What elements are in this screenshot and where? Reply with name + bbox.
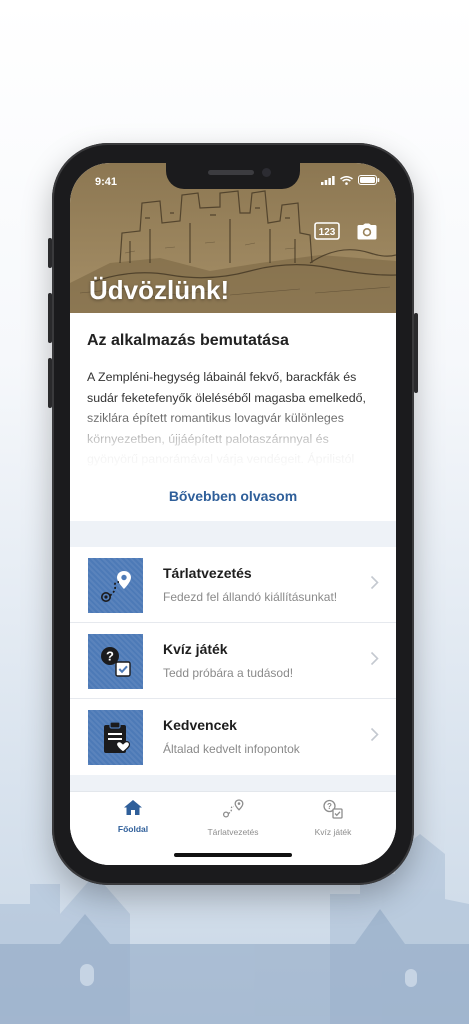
tab-fooldal[interactable]: Főoldal — [83, 799, 183, 834]
menu-item-kedvencek[interactable]: Kedvencek Általad kedvelt infopontok — [70, 699, 396, 775]
phone-frame: 9:41 123 Üdvözlünk! Az alkalmazás bemuta… — [48, 143, 418, 885]
intro-section: Az alkalmazás bemutatása A Zempléni-hegy… — [70, 313, 396, 521]
main-menu: Tárlatvezetés Fedezd fel állandó kiállít… — [70, 547, 396, 775]
route-map-icon — [100, 570, 131, 602]
menu-item-title: Tárlatvezetés — [163, 565, 252, 581]
status-time: 9:41 — [95, 176, 118, 188]
tab-kviz-jatek[interactable]: ? Kvíz játék — [283, 799, 383, 837]
menu-item-subtitle: Fedezd fel állandó kiállításunkat! — [163, 590, 338, 604]
intro-title: Az alkalmazás bemutatása — [87, 332, 289, 349]
welcome-title: Üdvözlünk! — [89, 275, 230, 305]
menu-item-title: Kvíz játék — [163, 641, 228, 657]
chevron-right-icon — [370, 727, 379, 742]
section-divider — [70, 521, 396, 547]
tab-label: Tárlatvezetés — [207, 827, 259, 837]
svg-text:?: ? — [106, 648, 114, 663]
menu-item-subtitle: Általad kedvelt infopontok — [163, 742, 300, 756]
menu-item-tarlatvezetes[interactable]: Tárlatvezetés Fedezd fel állandó kiállít… — [70, 547, 396, 623]
tab-tarlatvezetes[interactable]: Tárlatvezetés — [183, 799, 283, 837]
favorites-clipboard-icon — [103, 720, 130, 753]
number-badge-label: 123 — [319, 227, 336, 238]
wifi-icon — [340, 175, 353, 185]
menu-tile — [88, 558, 143, 613]
signal-icon — [321, 175, 335, 185]
svg-text:?: ? — [327, 802, 332, 811]
camera-button[interactable] — [354, 221, 380, 241]
menu-tile: ? — [88, 634, 143, 689]
phone-notch — [166, 163, 300, 189]
home-icon — [124, 800, 142, 815]
chevron-right-icon — [370, 651, 379, 666]
read-more-link[interactable]: Bővebben olvasom — [70, 488, 396, 504]
status-icons — [321, 175, 380, 185]
tab-label: Kvíz játék — [314, 827, 352, 837]
menu-item-title: Kedvencek — [163, 717, 237, 733]
app-screen: 9:41 123 Üdvözlünk! Az alkalmazás bemuta… — [70, 163, 396, 865]
chevron-right-icon — [370, 575, 379, 590]
tab-label: Főoldal — [117, 824, 149, 834]
menu-item-kviz-jatek[interactable]: ? Kvíz játék Tedd próbára a tudásod! — [70, 623, 396, 699]
section-divider — [70, 775, 396, 791]
quiz-icon: ? — [323, 799, 343, 819]
battery-icon — [358, 175, 380, 185]
menu-tile — [88, 710, 143, 765]
home-indicator — [174, 853, 292, 857]
camera-icon — [357, 223, 377, 239]
menu-item-subtitle: Tedd próbára a tudásod! — [163, 666, 294, 680]
route-icon — [222, 799, 244, 818]
numpad-123-icon: 123 — [314, 222, 340, 240]
quiz-icon: ? — [100, 646, 131, 677]
number-entry-button[interactable]: 123 — [314, 221, 340, 241]
intro-fade-overlay — [70, 403, 396, 473]
